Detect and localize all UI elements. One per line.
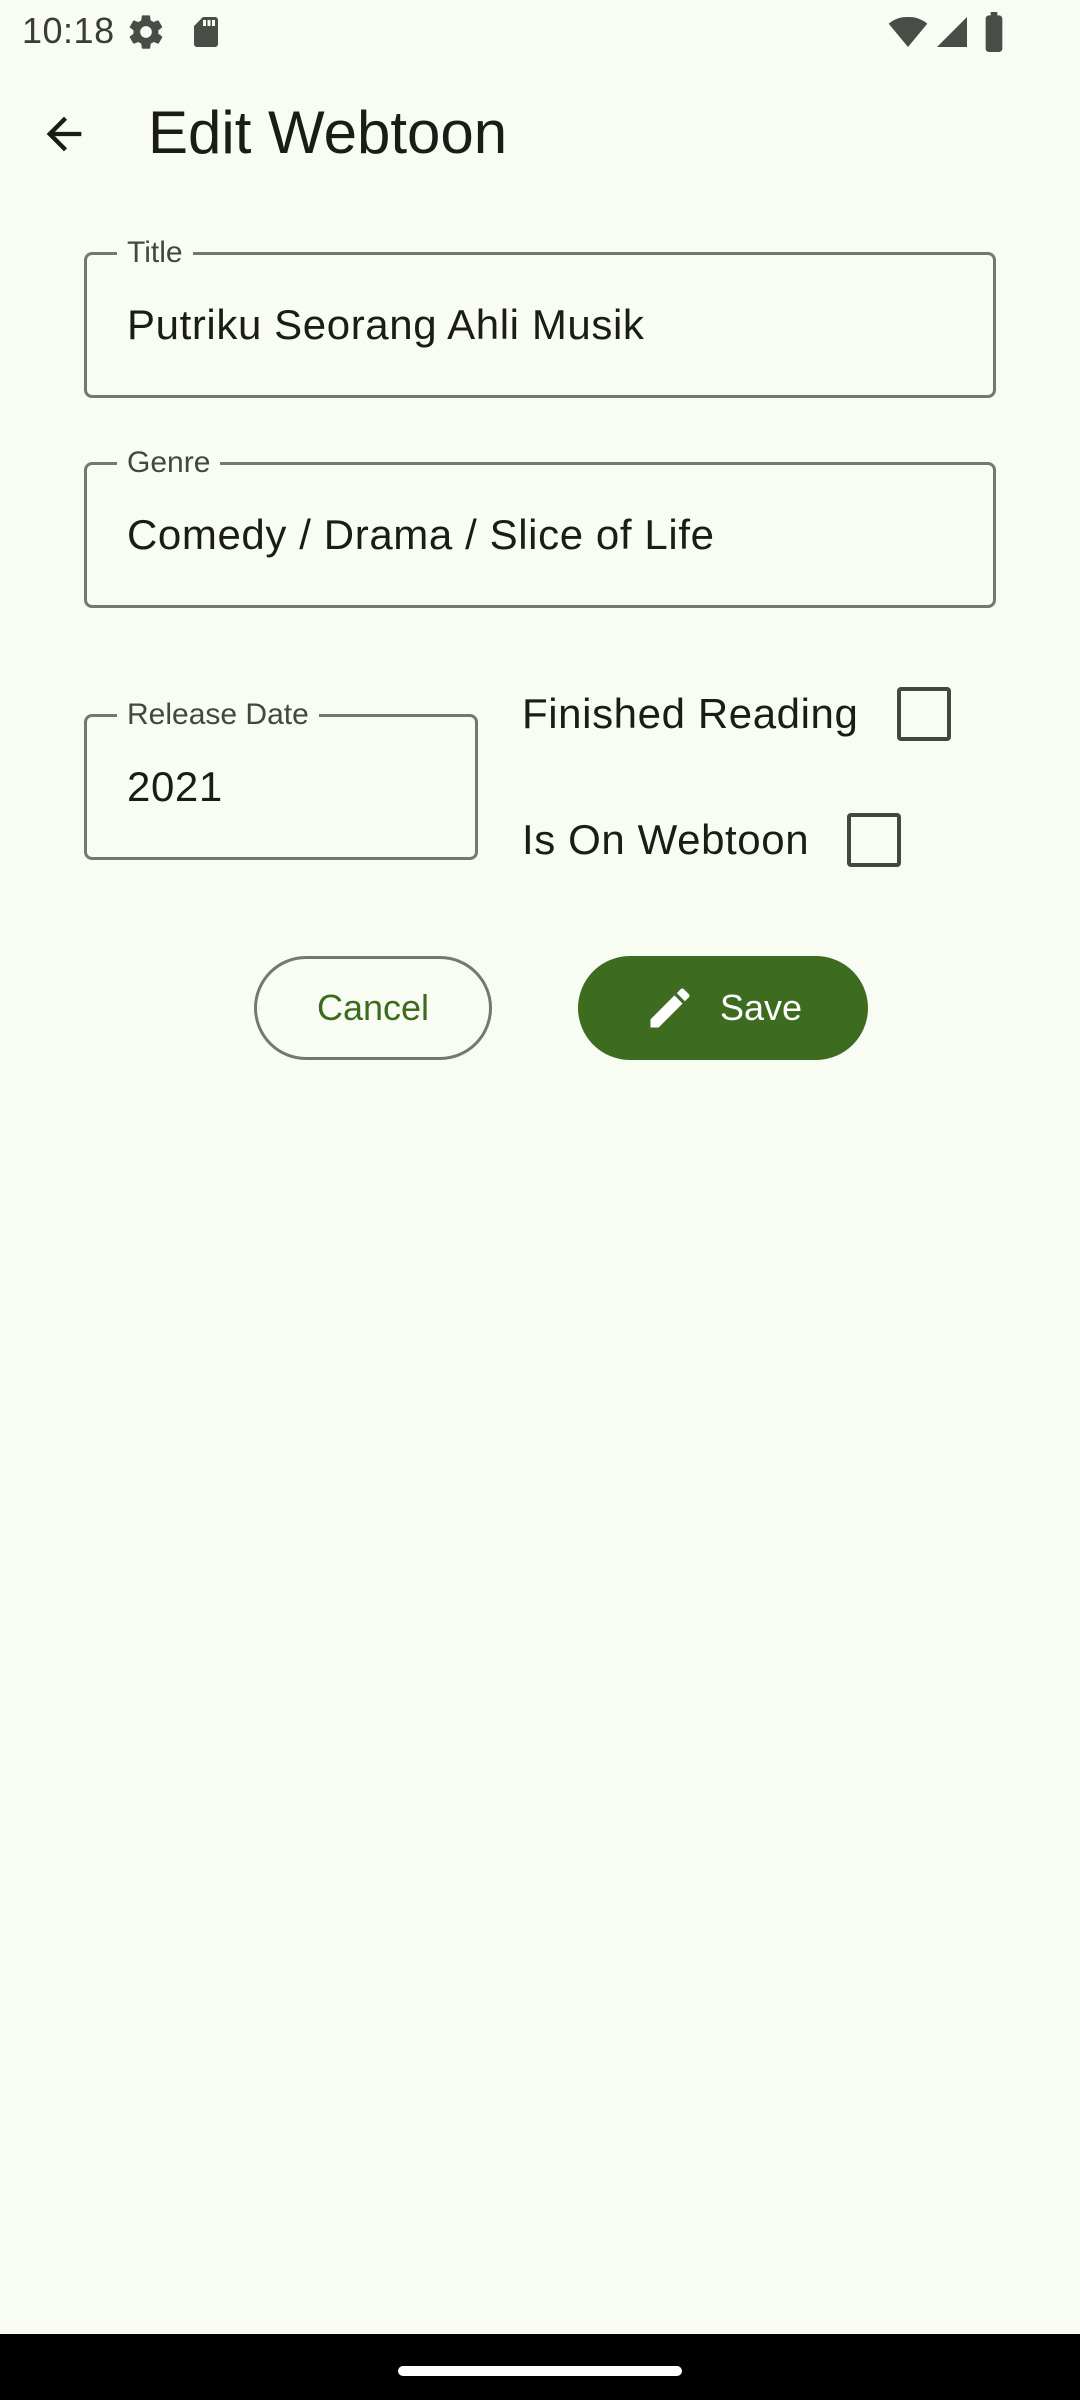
genre-field-value[interactable]: Comedy / Drama / Slice of Life [127, 465, 715, 605]
status-time: 10:18 [22, 10, 115, 51]
signal-icon [934, 12, 970, 57]
is-on-webtoon-checkbox[interactable] [847, 813, 901, 867]
release-date-field-value[interactable]: 2021 [127, 717, 223, 857]
top-app-bar: Edit Webtoon [0, 64, 1080, 192]
system-navigation-bar [0, 2334, 1080, 2400]
pencil-icon [644, 982, 696, 1034]
settings-icon [126, 12, 166, 57]
title-field-value[interactable]: Putriku Seorang Ahli Musik [127, 255, 645, 395]
edit-webtoon-screen: 10:18 Edit Webtoon Title Putriku Seorang… [0, 0, 1080, 2400]
finished-reading-label: Finished Reading [522, 690, 859, 737]
title-field[interactable]: Title Putriku Seorang Ahli Musik [84, 236, 996, 398]
release-date-field[interactable]: Release Date 2021 [84, 698, 478, 860]
wifi-icon [888, 12, 928, 57]
save-button[interactable]: Save [578, 956, 868, 1060]
cancel-button-label: Cancel [316, 987, 430, 1028]
page-title: Edit Webtoon [148, 99, 508, 166]
genre-field[interactable]: Genre Comedy / Drama / Slice of Life [84, 446, 996, 608]
sd-card-icon [188, 12, 224, 57]
home-gesture-handle[interactable] [398, 2366, 682, 2376]
is-on-webtoon-label: Is On Webtoon [522, 816, 810, 863]
cancel-button[interactable]: Cancel [254, 956, 492, 1060]
finished-reading-checkbox[interactable] [897, 687, 951, 741]
arrow-back-icon [38, 108, 90, 165]
status-bar: 10:18 [0, 0, 1080, 64]
is-on-webtoon-row: Is On Webtoon [522, 812, 809, 868]
battery-icon [982, 12, 1006, 57]
save-button-label: Save [719, 987, 803, 1028]
back-button[interactable] [22, 94, 106, 178]
finished-reading-row: Finished Reading [522, 686, 858, 742]
